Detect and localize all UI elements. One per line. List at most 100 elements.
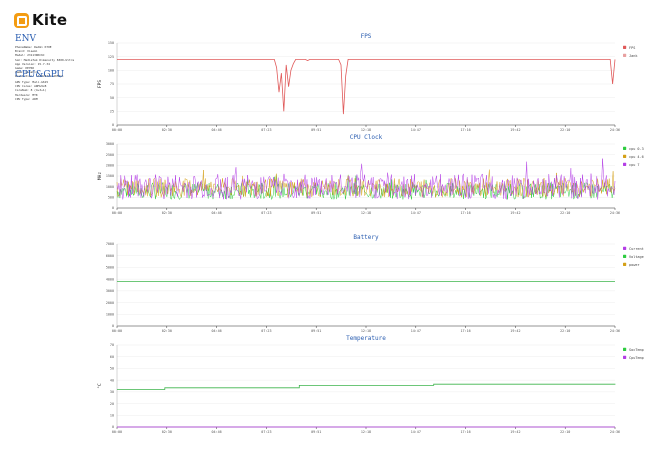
y-tick-label: 50: [110, 96, 114, 100]
legend-swatch: [623, 355, 627, 359]
y-axis-label: FPS: [97, 80, 103, 88]
y-tick-label: 1500: [106, 174, 114, 178]
legend-label: Current: [629, 247, 644, 251]
y-tick-label: 70: [110, 343, 114, 347]
legend-swatch: [623, 146, 627, 150]
legend-swatch: [623, 45, 627, 49]
y-tick-label: 125: [108, 55, 114, 59]
x-tick-label: 09:51: [311, 211, 321, 215]
x-tick-label: 12:18: [361, 430, 371, 434]
series-line-FPS: [117, 59, 616, 115]
x-tick-label: 12:18: [361, 329, 371, 333]
x-tick-label: 04:46: [211, 329, 221, 333]
y-tick-label: 10: [110, 413, 114, 417]
legend-label: cpu 7: [629, 163, 640, 167]
y-tick-label: 4000: [106, 277, 114, 281]
x-tick-label: 09:51: [311, 430, 321, 434]
x-tick-label: 24:36: [610, 329, 620, 333]
y-tick-label: 3000: [106, 142, 114, 146]
legend-swatch: [623, 347, 627, 351]
x-tick-label: 14:47: [411, 128, 421, 132]
x-tick-label: 02:30: [162, 128, 172, 132]
y-tick-label: 7000: [106, 242, 114, 246]
x-tick-label: 00:00: [112, 329, 122, 333]
x-tick-label: 24:36: [610, 430, 620, 434]
x-tick-label: 12:18: [361, 211, 371, 215]
legend-label: CpuTemp: [629, 356, 644, 360]
legend-label: FPS: [629, 46, 635, 50]
chart-title: Temperature: [346, 335, 386, 342]
x-tick-label: 19:42: [510, 211, 520, 215]
legend-swatch: [623, 262, 627, 266]
y-tick-label: 2000: [106, 164, 114, 168]
y-tick-label: 5000: [106, 266, 114, 270]
y-axis-label: MHz: [97, 172, 103, 180]
y-tick-label: 30: [110, 390, 114, 394]
legend-label: SocTemp: [629, 348, 644, 352]
x-tick-label: 19:42: [510, 329, 520, 333]
y-tick-label: 0: [112, 324, 114, 328]
x-tick-label: 04:46: [211, 128, 221, 132]
legend-label: Jank: [629, 54, 638, 58]
y-tick-label: 1000: [106, 312, 114, 316]
y-tick-label: 2000: [106, 301, 114, 305]
y-tick-label: 60: [110, 355, 114, 359]
x-tick-label: 22:10: [560, 128, 570, 132]
legend-label: cpu 4-6: [629, 155, 644, 159]
x-tick-label: 02:30: [162, 430, 172, 434]
x-tick-label: 22:10: [560, 430, 570, 434]
legend-swatch: [623, 246, 627, 250]
y-tick-label: 500: [108, 196, 114, 200]
x-tick-label: 00:00: [112, 430, 122, 434]
charts-area: FPS025507510012515000:00 02:30 04:46 07:23 0…: [97, 33, 644, 434]
x-tick-label: 12:18: [361, 128, 371, 132]
legend-swatch: [623, 154, 627, 158]
x-tick-label: 07:23: [261, 329, 271, 333]
x-tick-label: 22:10: [560, 329, 570, 333]
x-tick-label: 17:16: [460, 128, 470, 132]
x-tick-label: 17:16: [460, 211, 470, 215]
legend-swatch: [623, 162, 627, 166]
y-tick-label: 75: [110, 82, 114, 86]
chart-title: FPS: [361, 33, 372, 40]
x-tick-label: 02:30: [162, 211, 172, 215]
x-tick-label: 14:47: [411, 211, 421, 215]
x-tick-label: 00:00: [112, 211, 122, 215]
y-tick-label: 3000: [106, 289, 114, 293]
y-tick-label: 50: [110, 367, 114, 371]
y-axis-label: °C: [97, 383, 103, 389]
x-tick-label: 19:42: [510, 430, 520, 434]
x-tick-label: 17:16: [460, 329, 470, 333]
x-tick-label: 24:36: [610, 128, 620, 132]
x-tick-label: 04:46: [211, 430, 221, 434]
x-tick-label: 04:46: [211, 211, 221, 215]
x-tick-label: 14:47: [411, 329, 421, 333]
legend-label: cpu 0-3: [629, 147, 644, 151]
legend-swatch: [623, 53, 627, 57]
legend-label: Voltage: [629, 255, 644, 259]
y-tick-label: 100: [108, 69, 114, 73]
y-tick-label: 2500: [106, 153, 114, 157]
legend-swatch: [623, 254, 627, 258]
x-tick-label: 22:10: [560, 211, 570, 215]
y-tick-label: 0: [112, 425, 114, 429]
y-tick-label: 150: [108, 41, 114, 45]
x-tick-label: 24:36: [610, 211, 620, 215]
y-tick-label: 0: [112, 206, 114, 210]
x-tick-label: 09:51: [311, 329, 321, 333]
x-tick-label: 02:30: [162, 329, 172, 333]
x-tick-label: 19:42: [510, 128, 520, 132]
x-tick-label: 07:23: [261, 430, 271, 434]
series-line-cpu-4-6: [116, 169, 616, 198]
chart-title: CPU Clock: [350, 134, 383, 141]
y-tick-label: 40: [110, 378, 114, 382]
x-tick-label: 14:47: [411, 430, 421, 434]
x-tick-label: 09:51: [311, 128, 321, 132]
x-tick-label: 07:23: [261, 128, 271, 132]
y-tick-label: 6000: [106, 254, 114, 258]
y-tick-label: 1000: [106, 185, 114, 189]
y-tick-label: 20: [110, 402, 114, 406]
series-line-SocTemp: [117, 383, 616, 390]
x-tick-label: 00:00: [112, 128, 122, 132]
y-tick-label: 0: [112, 123, 114, 127]
